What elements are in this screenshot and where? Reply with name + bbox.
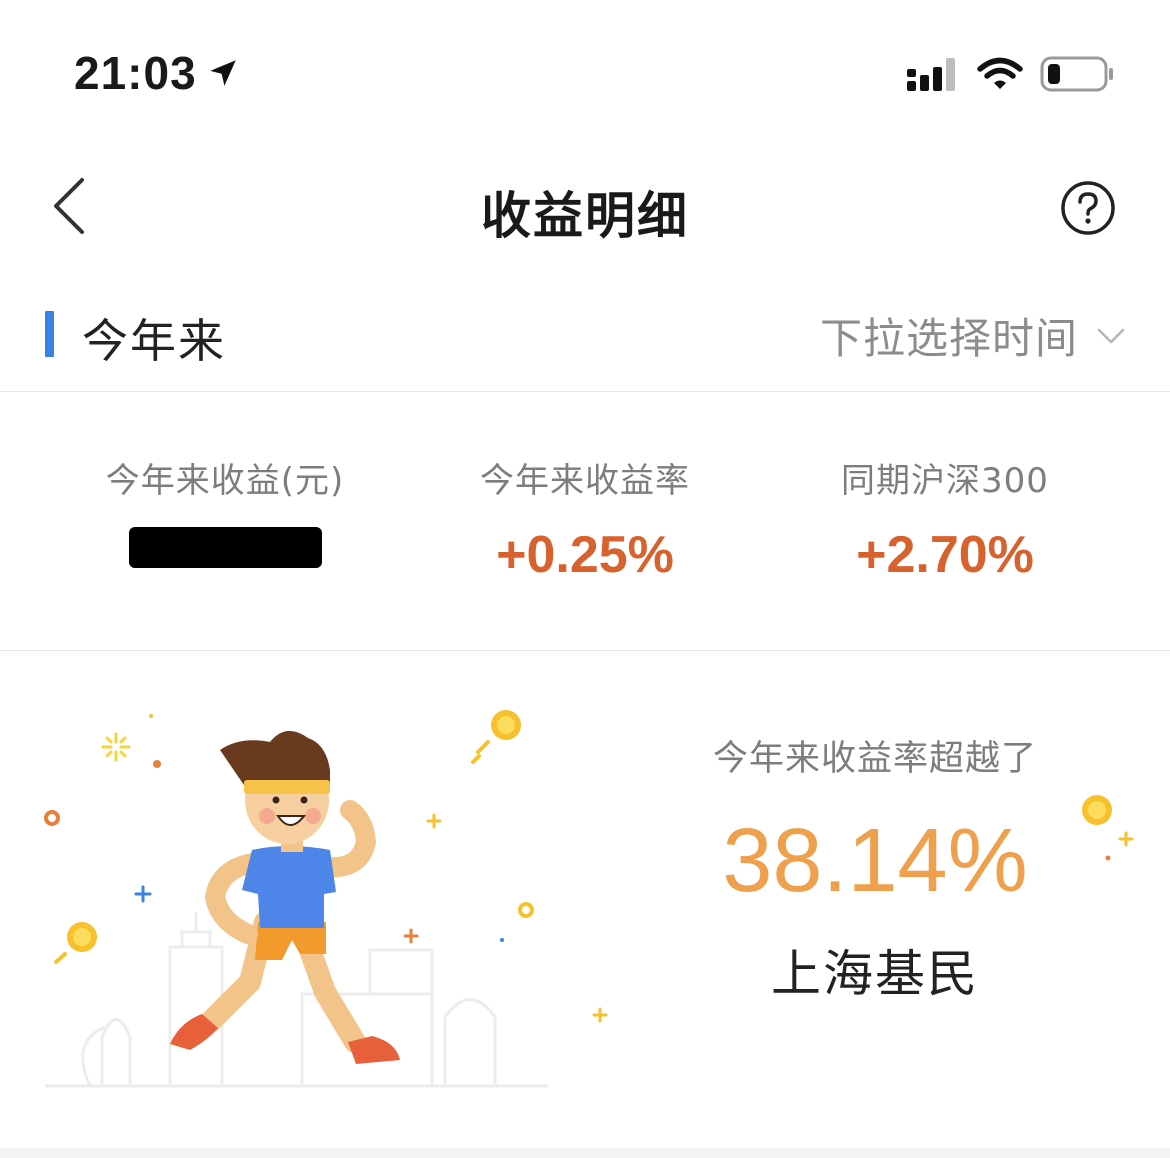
stat-ytd-earnings: 今年来收益(元) — [45, 459, 405, 572]
stat-value: +2.70% — [856, 526, 1034, 584]
ranking-section: 今年来收益率超越了 38.14% 上海基民 — [0, 652, 1170, 1148]
stats-summary: 今年来收益(元) 今年来收益率 +0.25% 同期沪深300 +2.70% — [0, 393, 1170, 651]
coin-icon — [1082, 795, 1134, 861]
stat-value: +0.25% — [496, 526, 674, 584]
wifi-icon — [977, 57, 1023, 89]
rank-audience: 上海基民 — [771, 945, 979, 1003]
period-row: 今年来 下拉选择时间 — [0, 276, 1170, 392]
stat-csi300-benchmark: 同期沪深300 +2.70% — [765, 459, 1125, 585]
stat-label: 今年来收益率 — [480, 461, 690, 501]
rank-caption: 今年来收益率超越了 — [712, 739, 1037, 779]
stat-ytd-return-rate: 今年来收益率 +0.25% — [405, 459, 765, 585]
period-label: 今年来 — [82, 314, 226, 368]
question-circle-icon[interactable] — [1060, 180, 1116, 236]
chevron-down-icon — [1097, 328, 1125, 343]
period-accent-bar — [45, 311, 54, 357]
runner-illustration — [44, 710, 608, 1088]
rank-percent: 38.14% — [722, 811, 1028, 911]
redacted-value — [128, 527, 322, 568]
battery-icon — [1040, 56, 1113, 92]
section-divider — [0, 1148, 1170, 1158]
stat-label: 同期沪深300 — [841, 461, 1049, 501]
status-bar: 21:03 — [0, 0, 1170, 140]
nav-bar: 收益明细 — [0, 140, 1170, 276]
period-dropdown-label: 下拉选择时间 — [819, 314, 1078, 363]
location-arrow-icon — [210, 60, 236, 86]
period-dropdown[interactable]: 下拉选择时间 — [820, 305, 1126, 366]
status-time: 21:03 — [74, 47, 197, 99]
cellular-signal-icon — [907, 58, 955, 91]
page-title: 收益明细 — [481, 187, 689, 245]
stat-label: 今年来收益(元) — [105, 461, 345, 501]
